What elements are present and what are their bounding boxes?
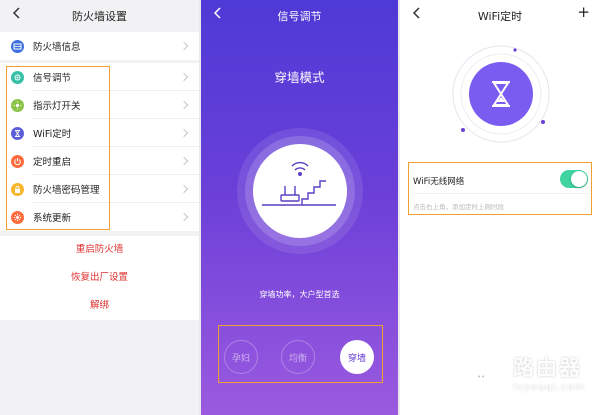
watermark-domain: luyouqi.com [513, 381, 586, 393]
firewall-info-card: 防火墙信息 [0, 32, 199, 60]
chevron-right-icon [179, 184, 189, 194]
row-label: WiFi定时 [33, 129, 72, 140]
firewall-info-icon [11, 39, 24, 53]
add-timer-button[interactable]: + [577, 3, 590, 21]
chevron-right-icon [179, 72, 189, 82]
row-label: 信号调节 [33, 73, 72, 84]
navbar: WiFi定时 + [400, 0, 600, 30]
reboot-firewall-button[interactable]: 重启防火墙 [0, 236, 199, 264]
row-label: 定时重启 [33, 157, 72, 168]
row-label: 防火墙信息 [33, 42, 81, 53]
actions-list: 重启防火墙 恢复出厂设置 解绑 [0, 236, 199, 320]
settings-item-indicator-light[interactable]: 指示灯开关 [0, 91, 199, 119]
wifi-toggle-switch[interactable] [560, 170, 588, 188]
settings-item-scheduled-reboot[interactable]: 定时重启 [0, 147, 199, 175]
chevron-right-icon [179, 156, 189, 166]
page-title: WiFi定时 [477, 10, 523, 23]
navbar: 防火墙设置 [0, 0, 199, 30]
update-icon [11, 210, 24, 224]
settings-item-wifi-timer[interactable]: WiFi定时 [0, 119, 199, 147]
router-logo-icon [463, 350, 507, 394]
firewall-settings-screen: 防火墙设置 防火墙信息 信号调节 指示灯开关 WiFi定时 定时重启 防火墙密码… [0, 0, 199, 415]
page-title: 信号调节 [277, 10, 322, 23]
chevron-right-icon [179, 41, 189, 51]
timer-illustration [452, 45, 550, 143]
toggle-knob [571, 171, 587, 187]
power-icon [11, 154, 24, 168]
navbar: 信号调节 [201, 0, 398, 30]
wifi-toggle-label: WiFi无线网络 [413, 177, 465, 187]
factory-reset-button[interactable]: 恢复出厂设置 [0, 264, 199, 292]
settings-list: 信号调节 指示灯开关 WiFi定时 定时重启 防火墙密码管理 系统更新 [0, 63, 199, 231]
wifi-timer-icon [11, 126, 24, 140]
mode-title: 穿墙模式 [274, 70, 325, 85]
row-label: 系统更新 [33, 213, 72, 224]
watermark-title: 路由器 [513, 355, 582, 380]
chevron-right-icon [179, 128, 189, 138]
row-label: 指示灯开关 [33, 101, 81, 112]
signal-adjust-screen: 信号调节 穿墙模式 穿墙功率，大户型首选 孕妇 均衡 穿墙 [201, 0, 398, 415]
chevron-right-icon [179, 212, 189, 222]
settings-item-signal[interactable]: 信号调节 [0, 63, 199, 91]
signal-icon [11, 70, 24, 84]
wall-mode-illustration [237, 128, 363, 254]
page-title: 防火墙设置 [72, 10, 127, 23]
mode-through-wall-button[interactable]: 穿墙 [340, 340, 374, 374]
firewall-info-row[interactable]: 防火墙信息 [0, 32, 199, 60]
mode-balanced-button[interactable]: 均衡 [281, 340, 315, 374]
settings-item-system-update[interactable]: 系统更新 [0, 203, 199, 231]
chevron-right-icon [179, 100, 189, 110]
timer-hint: 点击右上角，添加定时上网时段 [413, 203, 504, 211]
indicator-light-icon [11, 98, 24, 112]
settings-item-password[interactable]: 防火墙密码管理 [0, 175, 199, 203]
row-label: 防火墙密码管理 [33, 185, 100, 196]
unbind-button[interactable]: 解绑 [0, 292, 199, 320]
mode-description: 穿墙功率，大户型首选 [259, 290, 340, 299]
lock-icon [11, 182, 24, 196]
watermark: 路由器 luyouqi.com [463, 350, 585, 394]
mode-pregnant-button[interactable]: 孕妇 [224, 340, 258, 374]
